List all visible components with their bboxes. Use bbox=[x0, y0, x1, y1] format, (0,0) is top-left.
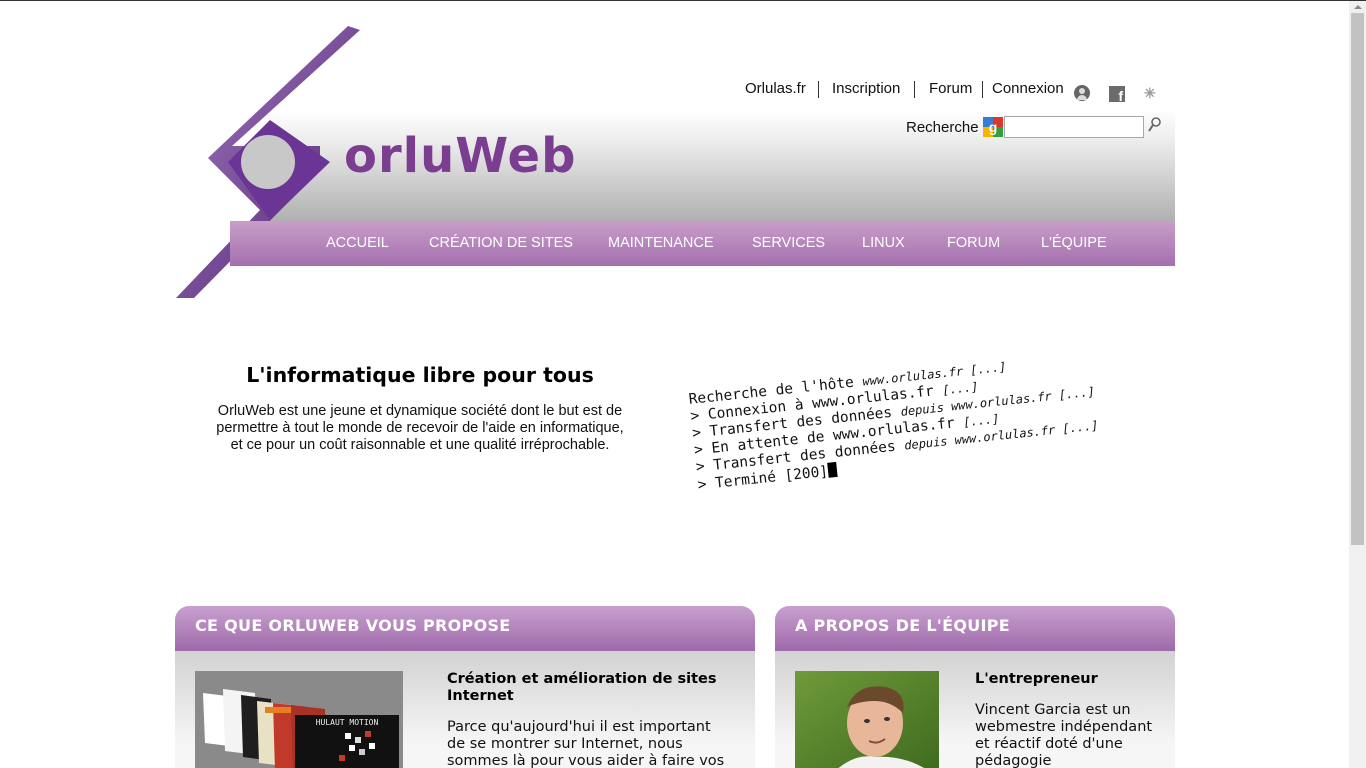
intro-text: OrluWeb est une jeune et dynamique socié… bbox=[190, 403, 650, 454]
twitter-icon[interactable]: ✳ bbox=[1144, 85, 1160, 101]
website-showcase-image[interactable]: HULAUT MOTION bbox=[195, 671, 403, 768]
top-link-orlulas[interactable]: Orlulas.fr bbox=[745, 80, 806, 97]
panel-text-line: pédagogie bbox=[975, 753, 1052, 768]
intro-line: et ce pour un coût raisonnable et une qu… bbox=[230, 437, 610, 453]
panel-subtitle: Création et amélioration de sites Intern… bbox=[447, 671, 747, 705]
search-input[interactable] bbox=[1004, 116, 1144, 138]
facebook-icon[interactable] bbox=[1109, 86, 1125, 104]
terminal-emphasis: [...] bbox=[941, 379, 980, 398]
panel-subtitle-line: Internet bbox=[447, 688, 514, 704]
panel-subtitle-line: Création et amélioration de sites bbox=[447, 671, 717, 687]
intro-title: L'informatique libre pour tous bbox=[246, 363, 594, 387]
scrollbar-thumb[interactable] bbox=[1351, 13, 1364, 545]
panel-header: A PROPOS DE L'ÉQUIPE bbox=[775, 606, 1175, 651]
panel-text-line: de se montrer sur Internet, nous bbox=[447, 736, 683, 752]
main-nav: ACCUEIL CRÉATION DE SITES MAINTENANCE SE… bbox=[230, 221, 1175, 266]
panel-title: A PROPOS DE L'ÉQUIPE bbox=[795, 616, 1011, 635]
showcase-caption: HULAUT MOTION bbox=[316, 718, 379, 727]
search-label: Recherche bbox=[906, 119, 979, 136]
top-link-forum[interactable]: Forum bbox=[929, 80, 972, 97]
top-link-connexion[interactable]: Connexion bbox=[992, 80, 1064, 97]
panel-header: CE QUE ORLUWEB VOUS PROPOSE bbox=[175, 606, 755, 651]
separator bbox=[914, 81, 915, 98]
search-icon[interactable] bbox=[1148, 117, 1162, 133]
top-link-inscription[interactable]: Inscription bbox=[832, 80, 900, 97]
intro-line: OrluWeb est une jeune et dynamique socié… bbox=[217, 403, 623, 419]
terminal-emphasis: [...] bbox=[962, 411, 1000, 430]
panel-team: A PROPOS DE L'ÉQUIPE L'entrepreneur Vinc… bbox=[775, 606, 1175, 768]
nav-item-equipe[interactable]: L'ÉQUIPE bbox=[1041, 235, 1107, 251]
panel-body: HULAUT MOTION Création et amélioration d… bbox=[175, 651, 755, 768]
user-icon[interactable] bbox=[1074, 85, 1090, 101]
panel-text: Parce qu'aujourd'hui il est important de… bbox=[447, 719, 747, 768]
separator bbox=[818, 81, 819, 98]
scroll-up-arrow-icon[interactable] bbox=[1349, 1, 1366, 13]
svg-text:g: g bbox=[989, 119, 998, 135]
panel-services: CE QUE ORLUWEB VOUS PROPOSE HULAUT MOTIO… bbox=[175, 606, 755, 768]
logo-wordmark[interactable]: orluWeb bbox=[344, 128, 576, 184]
nav-item-services[interactable]: SERVICES bbox=[752, 235, 825, 251]
team-member-photo[interactable] bbox=[795, 671, 939, 768]
separator bbox=[982, 81, 983, 98]
panel-text-line: webmestre indépendant bbox=[975, 719, 1153, 735]
panel-text: Vincent Garcia est un webmestre indépend… bbox=[975, 702, 1165, 768]
panel-text-line: sommes là pour vous aider à faire vos bbox=[447, 753, 725, 768]
terminal-cursor bbox=[827, 461, 838, 478]
panel-text-line: et réactif doté d'une bbox=[975, 736, 1123, 752]
nav-item-maintenance[interactable]: MAINTENANCE bbox=[608, 235, 714, 251]
vertical-scrollbar[interactable] bbox=[1349, 1, 1366, 768]
terminal-animation: Recherche de l'hôte www.orlulas.fr [...]… bbox=[688, 350, 1101, 494]
window-top-border bbox=[0, 0, 1366, 1]
panel-title: CE QUE ORLUWEB VOUS PROPOSE bbox=[195, 616, 511, 635]
nav-item-linux[interactable]: LINUX bbox=[862, 235, 905, 251]
intro-line: permettre à tout le monde de recevoir de… bbox=[216, 420, 624, 436]
nav-item-creation-de-sites[interactable]: CRÉATION DE SITES bbox=[429, 235, 573, 251]
google-icon: g bbox=[983, 117, 1003, 137]
nav-item-accueil[interactable]: ACCUEIL bbox=[326, 235, 389, 251]
panel-text-line: Parce qu'aujourd'hui il est important bbox=[447, 719, 711, 735]
nav-item-forum[interactable]: FORUM bbox=[947, 235, 1000, 251]
panel-body: L'entrepreneur Vincent Garcia est un web… bbox=[775, 651, 1175, 768]
panel-subtitle: L'entrepreneur bbox=[975, 671, 1098, 687]
panel-text-line: Vincent Garcia est un bbox=[975, 702, 1131, 718]
